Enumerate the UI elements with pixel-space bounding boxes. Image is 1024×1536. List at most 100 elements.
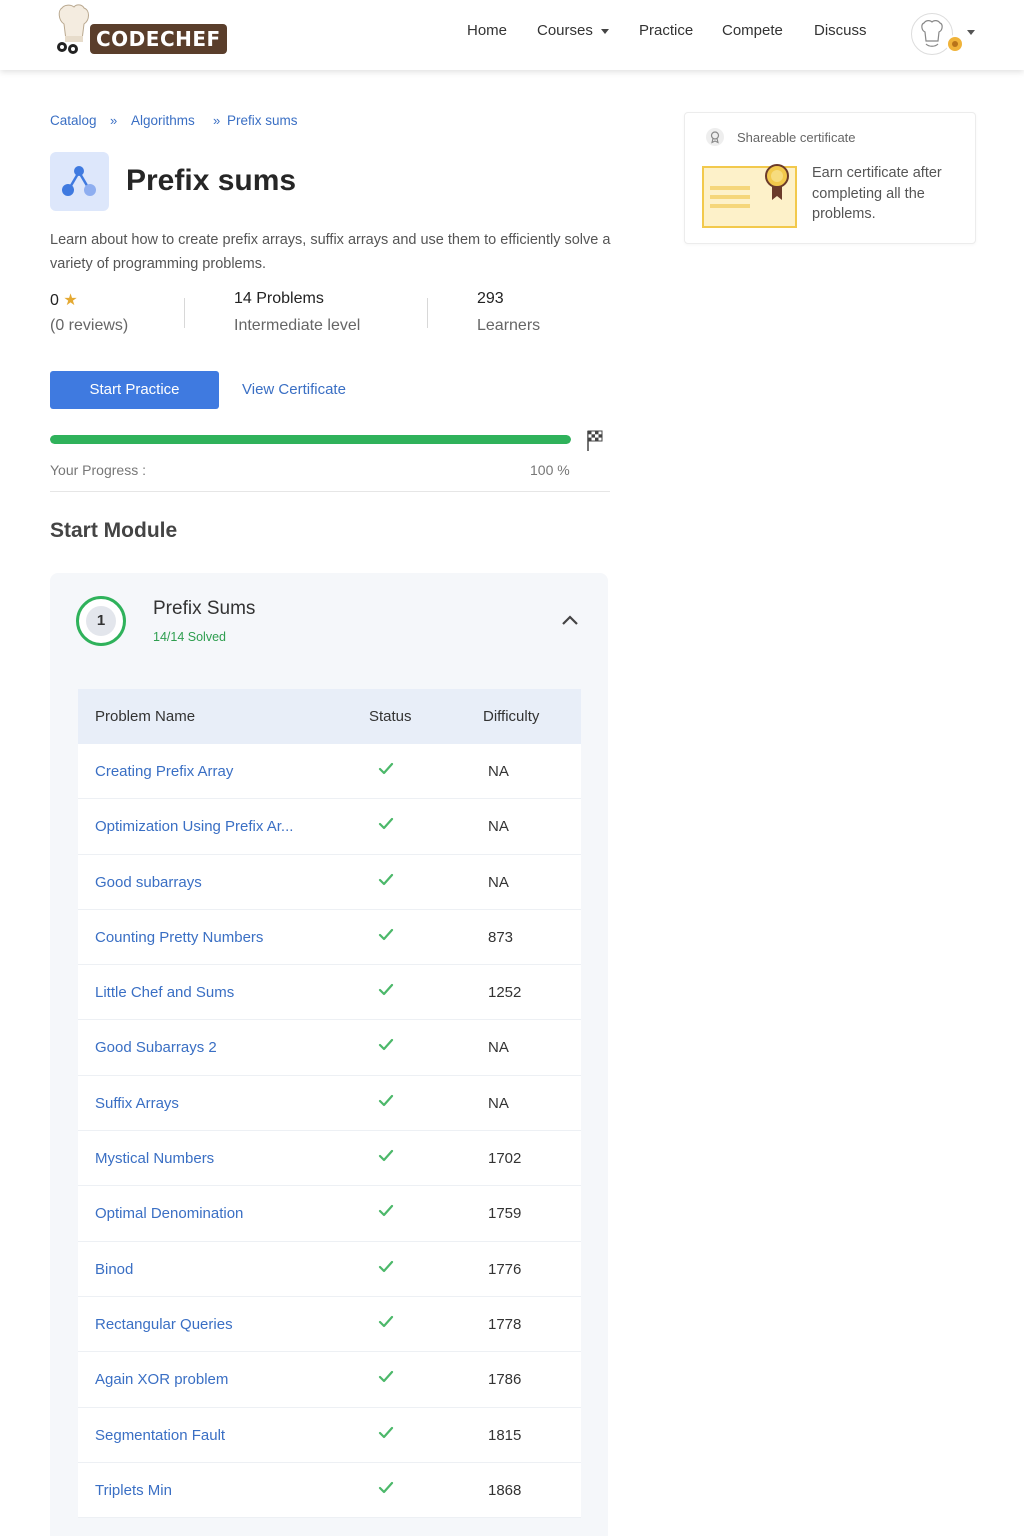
solved-check-icon [378, 1038, 394, 1057]
nav-courses[interactable]: Courses [537, 22, 609, 39]
solved-check-icon [378, 762, 394, 781]
caret-down-icon [600, 28, 609, 34]
problem-name-link[interactable]: Mystical Numbers [95, 1150, 214, 1167]
course-icon [50, 152, 109, 211]
problem-name-link[interactable]: Suffix Arrays [95, 1095, 179, 1112]
solved-check-icon [378, 817, 394, 836]
difficulty-value: 1868 [488, 1481, 522, 1499]
breadcrumb-separator: » [213, 113, 221, 128]
nav-practice[interactable]: Practice [639, 22, 693, 39]
problem-name-link[interactable]: Good subarrays [95, 874, 202, 891]
table-row[interactable]: Triplets Min 1868 [78, 1462, 581, 1519]
stat-divider [427, 298, 428, 328]
problem-name-link[interactable]: Good Subarrays 2 [95, 1039, 217, 1056]
learners-count: 293 [477, 290, 504, 307]
level-label: Intermediate level [234, 317, 361, 334]
certificate-description: Earn certificate after completing all th… [812, 165, 942, 222]
difficulty-value: 1702 [488, 1150, 522, 1168]
difficulty-value: 873 [488, 928, 514, 946]
progress-fill [50, 435, 571, 444]
column-header-difficulty: Difficulty [483, 708, 540, 725]
module-title[interactable]: Prefix Sums [153, 598, 255, 620]
problem-name-link[interactable]: Counting Pretty Numbers [95, 929, 263, 946]
module-section-title: Start Module [50, 519, 178, 542]
table-row[interactable]: Little Chef and Sums 1252 [78, 965, 581, 1021]
divider [50, 491, 610, 492]
table-row[interactable]: Suffix Arrays NA [78, 1075, 581, 1132]
problem-name-link[interactable]: Optimization Using Prefix Ar... [95, 818, 293, 835]
view-certificate-link[interactable]: View Certificate [242, 381, 346, 398]
nav-home[interactable]: Home [467, 22, 507, 39]
difficulty-value: NA [488, 873, 509, 891]
problem-name-link[interactable]: Segmentation Fault [95, 1427, 225, 1444]
graph-nodes-icon [62, 166, 96, 196]
progress-percent: 100 % [530, 462, 570, 478]
course-description: Learn about how to create prefix arrays,… [50, 232, 611, 272]
stat-divider [184, 298, 185, 328]
solved-check-icon [378, 1204, 394, 1223]
difficulty-value: NA [488, 763, 509, 780]
problems-table: Problem Name Status Difficulty Creating … [78, 689, 581, 1519]
certificate-heading: Shareable certificate [737, 130, 856, 145]
table-row[interactable]: Optimal Denomination 1759 [78, 1186, 581, 1242]
problem-name-link[interactable]: Optimal Denomination [95, 1205, 243, 1222]
problem-name-link[interactable]: Binod [95, 1261, 133, 1278]
solved-check-icon [378, 1149, 394, 1168]
difficulty-value: 1776 [488, 1260, 522, 1278]
table-row[interactable]: Mystical Numbers 1702 [78, 1131, 581, 1187]
nav-courses-label: Courses [537, 22, 593, 39]
table-row[interactable]: Binod 1776 [78, 1241, 581, 1297]
column-header-status: Status [369, 708, 412, 725]
table-row[interactable]: Good Subarrays 2 NA [78, 1020, 581, 1076]
solved-check-icon [378, 1260, 394, 1279]
reviews-count: (0 reviews) [50, 317, 129, 334]
solved-check-icon [378, 1426, 394, 1445]
breadcrumb-algorithms[interactable]: Algorithms [131, 113, 195, 128]
difficulty-value: 1778 [488, 1315, 522, 1333]
breadcrumb-prefix-sums[interactable]: Prefix sums [227, 113, 298, 128]
progress-bar [50, 435, 571, 444]
certificate-badge-icon [706, 128, 724, 146]
table-row[interactable]: Good subarrays NA [78, 854, 581, 910]
table-row[interactable]: Creating Prefix Array NA [78, 744, 581, 800]
difficulty-value: 1815 [488, 1426, 522, 1444]
account-caret-icon[interactable] [967, 30, 975, 35]
rating-badge-icon [946, 35, 964, 53]
table-header: Problem Name Status Difficulty [78, 689, 581, 744]
difficulty-value: NA [488, 1039, 509, 1057]
solved-check-icon [378, 928, 394, 947]
problem-name-link[interactable]: Little Chef and Sums [95, 984, 234, 1001]
learners-label: Learners [477, 317, 541, 334]
problem-name-link[interactable]: Triplets Min [95, 1482, 172, 1499]
column-header-problem-name: Problem Name [95, 708, 196, 725]
table-row[interactable]: Optimization Using Prefix Ar... NA [78, 799, 581, 855]
rating-number: 0 [50, 292, 59, 309]
solved-check-icon [378, 1370, 394, 1389]
logo-wordmark: CODECHEF [90, 24, 227, 54]
difficulty-value: 1786 [488, 1371, 522, 1389]
nav-discuss[interactable]: Discuss [814, 22, 867, 39]
breadcrumb-separator: » [110, 113, 118, 128]
finish-flag-icon [587, 430, 603, 451]
start-practice-button[interactable]: Start Practice [50, 371, 219, 409]
codechef-logo[interactable]: CODECHEF [52, 4, 227, 56]
table-row[interactable]: Counting Pretty Numbers 873 [78, 909, 581, 966]
solved-check-icon [378, 873, 394, 892]
difficulty-value: 1252 [488, 984, 522, 1002]
module-solved-count: 14/14 Solved [153, 630, 226, 644]
problem-name-link[interactable]: Again XOR problem [95, 1371, 228, 1388]
problem-name-link[interactable]: Creating Prefix Array [95, 763, 233, 780]
certificate-illustration-icon [702, 164, 797, 228]
problem-name-link[interactable]: Rectangular Queries [95, 1316, 233, 1333]
chevron-up-icon[interactable] [561, 614, 579, 626]
table-row[interactable]: Again XOR problem 1786 [78, 1352, 581, 1408]
top-navbar: CODECHEF Home Courses Practice Compete D… [0, 0, 1024, 70]
table-row[interactable]: Rectangular Queries 1778 [78, 1296, 581, 1353]
table-row[interactable]: Segmentation Fault 1815 [78, 1407, 581, 1463]
problems-count: 14 Problems [234, 290, 324, 307]
module-progress-ring: 1 [76, 596, 126, 646]
breadcrumb-catalog[interactable]: Catalog [50, 113, 97, 128]
solved-check-icon [378, 983, 394, 1002]
page-title: Prefix sums [126, 164, 297, 197]
nav-compete[interactable]: Compete [722, 22, 783, 39]
